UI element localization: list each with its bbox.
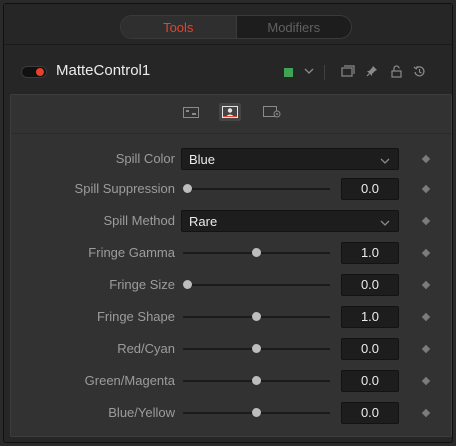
spill-suppression-label: Spill Suppression	[74, 181, 175, 196]
red-cyan-handle[interactable]	[252, 344, 261, 353]
subtab-divider	[11, 133, 451, 134]
power-toggle-icon[interactable]	[21, 66, 47, 78]
control-subtabs	[11, 95, 451, 129]
green-magenta-handle[interactable]	[252, 376, 261, 385]
fringe-shape-label: Fringe Shape	[96, 309, 175, 324]
fringe-shape-input[interactable]: 1.0	[341, 306, 399, 328]
keyframe-diamond-icon[interactable]	[421, 216, 431, 226]
spill-method-row: Spill Method Rare	[11, 210, 451, 232]
fringe-gamma-label: Fringe Gamma	[88, 245, 175, 260]
inspector-panel: Tools Modifiers MatteControl1 Spill Colo…	[3, 3, 453, 443]
blue-yellow-label: Blue/Yellow	[108, 405, 175, 420]
versions-icon[interactable]	[338, 61, 358, 81]
spill-color-value: Blue	[189, 152, 216, 167]
keyframe-diamond-icon[interactable]	[421, 184, 431, 194]
fringe-size-slider[interactable]	[183, 284, 330, 286]
node-color-swatch[interactable]	[284, 68, 293, 77]
reset-icon[interactable]	[409, 61, 429, 81]
fringe-shape-row: Fringe Shape 1.0	[11, 306, 451, 328]
tab-tools[interactable]: Tools	[121, 16, 236, 38]
red-cyan-row: Red/Cyan 0.0	[11, 338, 451, 360]
fringe-size-input[interactable]: 0.0	[341, 274, 399, 296]
spill-suppression-handle[interactable]	[182, 184, 192, 193]
chevron-down-icon	[380, 215, 390, 233]
image-tab-icon[interactable]	[180, 103, 202, 121]
fringe-size-label: Fringe Size	[109, 277, 175, 292]
keyframe-diamond-icon[interactable]	[421, 154, 431, 164]
node-name: MatteControl1	[56, 62, 151, 79]
keyframe-diamond-icon[interactable]	[421, 248, 431, 258]
spill-color-dropdown[interactable]: Blue	[181, 148, 399, 170]
fringe-size-handle[interactable]	[182, 280, 192, 289]
spill-method-label: Spill Method	[103, 213, 175, 228]
fringe-shape-handle[interactable]	[252, 312, 261, 321]
lock-icon[interactable]	[386, 61, 406, 81]
inspector-topbar: Tools Modifiers	[4, 4, 452, 45]
fringe-gamma-row: Fringe Gamma 1.0	[11, 242, 451, 264]
blue-yellow-row: Blue/Yellow 0.0	[11, 402, 451, 424]
controls-panel: Spill Color Blue Spill Suppression 0.0 S…	[10, 94, 452, 437]
spill-color-label: Spill Color	[115, 151, 175, 166]
header-divider	[324, 65, 325, 80]
keyframe-diamond-icon[interactable]	[421, 376, 431, 386]
green-magenta-label: Green/Magenta	[84, 373, 175, 388]
tab-modifiers[interactable]: Modifiers	[235, 16, 352, 38]
keyframe-diamond-icon[interactable]	[421, 312, 431, 322]
keyframe-diamond-icon[interactable]	[421, 280, 431, 290]
settings-tab-icon[interactable]	[261, 103, 283, 121]
green-magenta-input[interactable]: 0.0	[341, 370, 399, 392]
fringe-gamma-handle[interactable]	[252, 248, 261, 257]
node-header: MatteControl1	[4, 52, 452, 92]
keyframe-diamond-icon[interactable]	[421, 408, 431, 418]
spill-suppression-slider[interactable]	[183, 188, 330, 190]
blue-yellow-handle[interactable]	[252, 408, 261, 417]
red-cyan-input[interactable]: 0.0	[341, 338, 399, 360]
keyframe-diamond-icon[interactable]	[421, 344, 431, 354]
spill-method-value: Rare	[189, 214, 218, 229]
spill-suppression-row: Spill Suppression 0.0	[11, 178, 451, 200]
spill-color-row: Spill Color Blue	[11, 148, 451, 170]
red-cyan-label: Red/Cyan	[117, 341, 175, 356]
spill-suppression-input[interactable]: 0.0	[341, 178, 399, 200]
spill-method-dropdown[interactable]: Rare	[181, 210, 399, 232]
pin-icon[interactable]	[362, 61, 382, 81]
fringe-gamma-input[interactable]: 1.0	[341, 242, 399, 264]
chevron-down-icon	[380, 153, 390, 171]
matte-tab-icon[interactable]	[219, 103, 241, 121]
fringe-size-row: Fringe Size 0.0	[11, 274, 451, 296]
blue-yellow-input[interactable]: 0.0	[341, 402, 399, 424]
green-magenta-row: Green/Magenta 0.0	[11, 370, 451, 392]
tools-modifiers-switch: Tools Modifiers	[120, 15, 352, 39]
chevron-down-icon[interactable]	[299, 61, 319, 81]
